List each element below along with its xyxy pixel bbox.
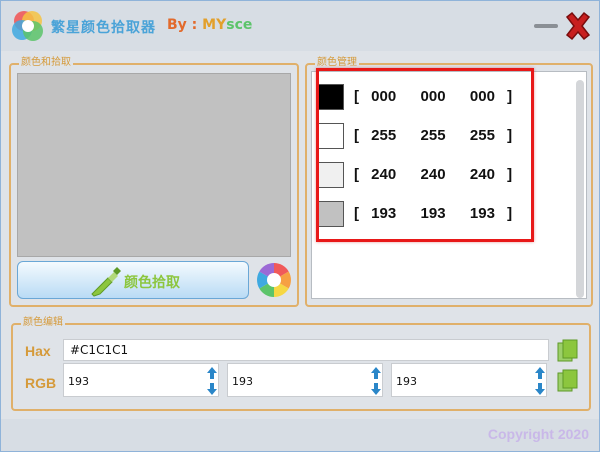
author-my: MY bbox=[202, 17, 227, 33]
copyright-text: Copyright 2020 bbox=[487, 426, 589, 442]
rgb-label: RGB bbox=[25, 375, 57, 391]
copy-hex-icon[interactable] bbox=[557, 339, 579, 363]
title-bar[interactable]: 繁星颜色拾取器 By : MYsce bbox=[1, 1, 599, 51]
red-value: 193 bbox=[68, 375, 89, 388]
eyedropper-icon bbox=[91, 267, 121, 297]
edit-group: 颜色编辑 Hax #C1C1C1 RGB 193 193 193 bbox=[11, 316, 591, 411]
copy-rgb-icon[interactable] bbox=[557, 369, 579, 393]
swatch-list[interactable]: [ 000 000 000 ] [ 255 255 255 ] [ 240 24… bbox=[311, 68, 587, 299]
pick-group-label: 颜色和拾取 bbox=[19, 56, 73, 70]
minimize-button[interactable] bbox=[531, 13, 561, 39]
manage-group: 颜色管理 [ 000 000 000 ] [ 255 255 255 ] [ 2… bbox=[305, 56, 593, 307]
color-preview bbox=[17, 73, 291, 257]
selection-highlight bbox=[316, 68, 534, 242]
app-title: 繁星颜色拾取器 bbox=[51, 20, 156, 36]
pick-button-label: 颜色拾取 bbox=[124, 275, 180, 291]
blue-input[interactable]: 193 bbox=[391, 363, 547, 397]
author-sce: sce bbox=[226, 17, 253, 33]
vertical-scrollbar[interactable] bbox=[576, 80, 584, 298]
close-icon[interactable] bbox=[561, 9, 595, 43]
color-wheel-icon[interactable] bbox=[255, 261, 293, 299]
pick-group: 颜色和拾取 颜色拾取 bbox=[9, 56, 299, 307]
arrow-up-icon[interactable] bbox=[534, 366, 546, 380]
hex-label: Hax bbox=[25, 343, 51, 359]
edit-group-label: 颜色编辑 bbox=[21, 316, 65, 330]
status-bar: Copyright 2020 bbox=[1, 419, 599, 451]
author-prefix: By : bbox=[167, 17, 203, 33]
app-window: 繁星颜色拾取器 By : MYsce 颜色和拾取 颜色拾取 颜色管理 [000… bbox=[0, 0, 600, 452]
green-value: 193 bbox=[232, 375, 253, 388]
author-credit: By : MYsce bbox=[167, 17, 252, 33]
app-logo-icon bbox=[12, 11, 43, 41]
arrow-up-icon[interactable] bbox=[370, 366, 382, 380]
hex-input[interactable]: #C1C1C1 bbox=[63, 339, 549, 361]
arrow-down-icon[interactable] bbox=[370, 382, 382, 396]
arrow-down-icon[interactable] bbox=[206, 382, 218, 396]
pick-color-button[interactable]: 颜色拾取 bbox=[17, 261, 249, 299]
green-input[interactable]: 193 bbox=[227, 363, 383, 397]
red-input[interactable]: 193 bbox=[63, 363, 219, 397]
arrow-down-icon[interactable] bbox=[534, 382, 546, 396]
arrow-up-icon[interactable] bbox=[206, 366, 218, 380]
blue-value: 193 bbox=[396, 375, 417, 388]
